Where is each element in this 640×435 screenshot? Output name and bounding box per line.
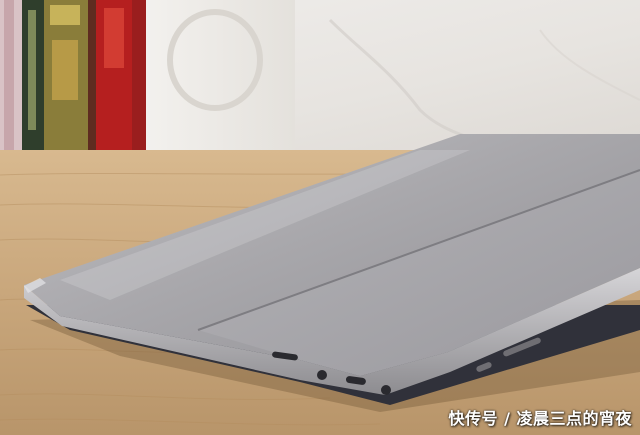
white-box bbox=[145, 0, 295, 152]
laptop-photo bbox=[0, 0, 640, 435]
port-dot bbox=[381, 385, 391, 395]
photo-scene: 快传号 / 凌晨三点的宵夜 bbox=[0, 0, 640, 435]
audio-jack bbox=[317, 370, 327, 380]
watermark-text: 快传号 / 凌晨三点的宵夜 bbox=[448, 409, 632, 428]
